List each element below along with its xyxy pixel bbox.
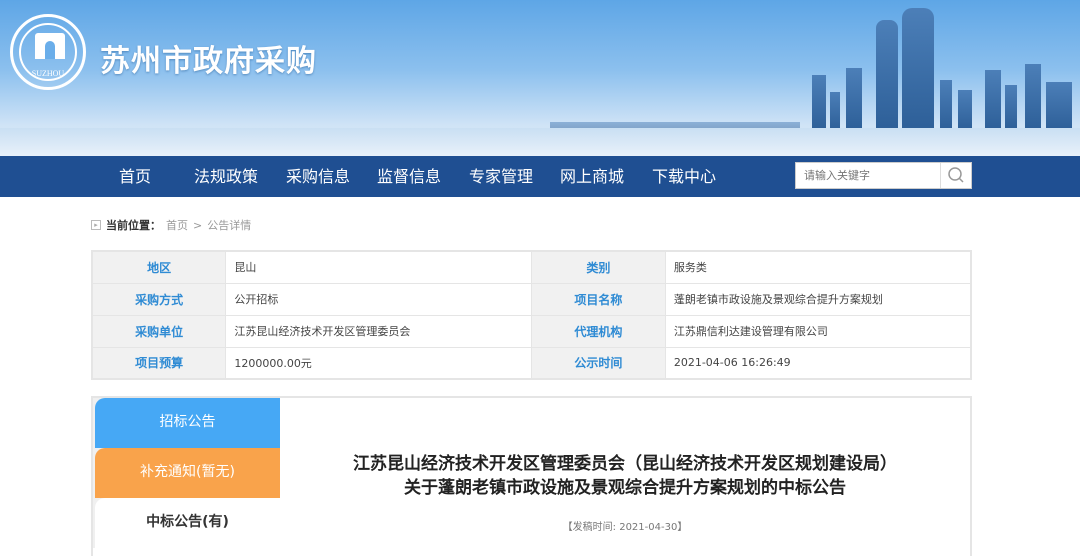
purchaser-label: 采购单位 — [91, 314, 227, 348]
method-value: 公开招标 — [225, 282, 532, 316]
table-row: 项目预算 1200000.00元 公示时间 2021-04-06 16:26:49 — [91, 346, 972, 380]
tab-award-notice[interactable]: 中标公告(有) — [95, 498, 280, 548]
project-name-value: 蓬朗老镇市政设施及景观综合提升方案规划 — [664, 282, 972, 316]
breadcrumb-separator: > — [193, 218, 203, 232]
table-row: 采购方式 公开招标 项目名称 蓬朗老镇市政设施及景观综合提升方案规划 — [91, 282, 972, 316]
tab-supplementary-notice[interactable]: 补充通知(暂无) — [95, 448, 280, 498]
region-value: 昆山 — [225, 250, 532, 284]
category-label: 类别 — [531, 250, 666, 284]
logo-text: SUZHOU — [31, 69, 65, 78]
table-row: 采购单位 江苏昆山经济技术开发区管理委员会 代理机构 江苏鼎信利达建设管理有限公司 — [91, 314, 972, 348]
tab-tender-notice[interactable]: 招标公告 — [95, 398, 280, 448]
nav-home[interactable]: 首页 — [119, 156, 151, 197]
agency-label: 代理机构 — [531, 314, 666, 348]
search-input[interactable] — [796, 163, 941, 188]
title-line-1: 江苏昆山经济技术开发区管理委员会（昆山经济技术开发区规划建设局） — [353, 454, 897, 474]
nav-download-center[interactable]: 下载中心 — [652, 156, 716, 197]
nav-regulations[interactable]: 法规政策 — [194, 156, 258, 197]
announcement-panel: 招标公告 补充通知(暂无) 中标公告(有) 江苏昆山经济技术开发区管理委员会（昆… — [91, 396, 972, 556]
breadcrumb: ▸ 当前位置： 首页 > 公告详情 — [91, 217, 251, 233]
breadcrumb-current: 公告详情 — [207, 219, 252, 232]
breadcrumb-home[interactable]: 首页 — [166, 217, 188, 233]
publish-time-value: 2021-04-06 16:26:49 — [664, 346, 972, 380]
region-label: 地区 — [91, 250, 227, 284]
project-info-table: 地区 昆山 类别 服务类 采购方式 公开招标 项目名称 蓬朗老镇市政设施及景观综合提升方案规… — [91, 250, 972, 380]
nav-supervision-info[interactable]: 监督信息 — [377, 156, 441, 197]
location-icon: ▸ — [91, 220, 101, 230]
announcement-date: 【发稿时间: 2021-04-30】 — [562, 522, 688, 533]
budget-value: 1200000.00元 — [225, 346, 532, 380]
search-button[interactable] — [940, 163, 971, 188]
purchaser-value: 江苏昆山经济技术开发区管理委员会 — [225, 314, 532, 348]
agency-value: 江苏鼎信利达建设管理有限公司 — [664, 314, 972, 348]
publish-time-label: 公示时间 — [531, 346, 666, 380]
method-label: 采购方式 — [91, 282, 227, 316]
budget-label: 项目预算 — [91, 346, 227, 380]
search-icon — [948, 167, 964, 183]
site-title: 苏州市政府采购 — [100, 44, 317, 79]
announcement-tabs: 招标公告 补充通知(暂无) 中标公告(有) — [93, 398, 280, 548]
title-line-2: 关于蓬朗老镇市政设施及景观综合提升方案规划的中标公告 — [404, 478, 846, 498]
table-row: 地区 昆山 类别 服务类 — [91, 250, 972, 284]
search-box — [795, 162, 972, 189]
announcement-title: 江苏昆山经济技术开发区管理委员会（昆山经济技术开发区规划建设局） 关于蓬朗老镇市… — [280, 452, 970, 500]
nav-procurement-info[interactable]: 采购信息 — [286, 156, 350, 197]
nav-online-mall[interactable]: 网上商城 — [560, 156, 624, 197]
breadcrumb-label: 当前位置： — [106, 219, 161, 232]
header-banner: SUZHOU 苏州市政府采购 — [0, 0, 1080, 156]
project-name-label: 项目名称 — [531, 282, 666, 316]
category-value: 服务类 — [664, 250, 972, 284]
nav-expert-management[interactable]: 专家管理 — [469, 156, 533, 197]
suzhou-logo[interactable]: SUZHOU — [10, 14, 86, 90]
